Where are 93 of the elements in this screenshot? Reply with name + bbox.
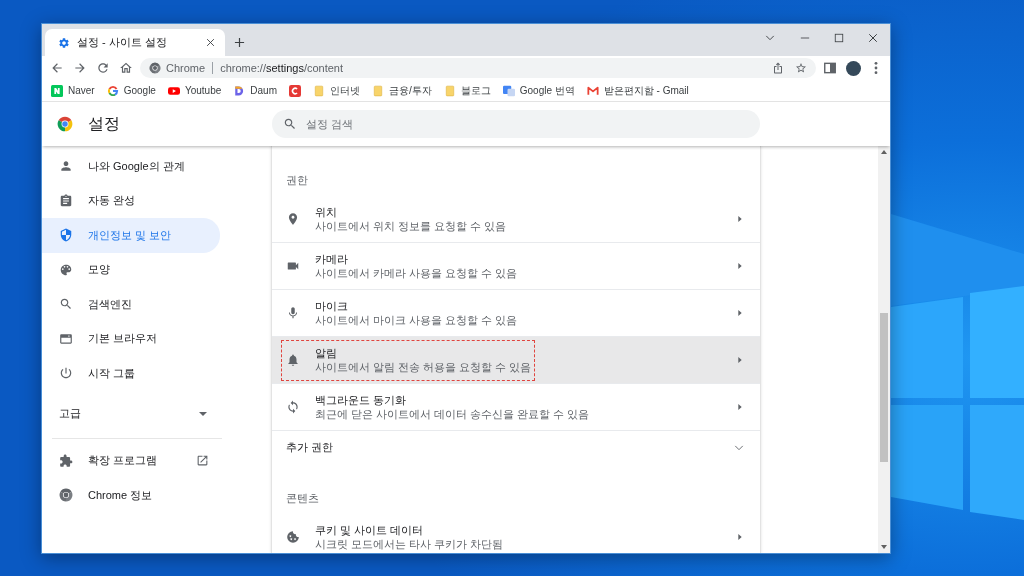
maximize-icon (834, 33, 844, 43)
g-logo-icon (106, 84, 119, 97)
sidebar-item[interactable]: 개인정보 및 보안 (42, 218, 220, 253)
power-icon (59, 366, 73, 381)
row-title: 위치 (315, 204, 338, 219)
section-heading: 콘텐츠 (285, 491, 320, 506)
row-description: 사이트에서 위치 정보를 요청할 수 있음 (315, 218, 508, 233)
home-icon (119, 61, 133, 75)
microphone-icon (286, 306, 300, 320)
bookmark-link[interactable]: 금융/투자 (368, 81, 435, 100)
settings-title: 설정 (88, 113, 120, 134)
caret-right-icon (736, 262, 744, 270)
m-logo-icon (586, 84, 599, 97)
site-chip-label: Chrome (166, 62, 214, 74)
translate-icon (502, 84, 515, 97)
row-description: 최근에 닫은 사이트에서 데이터 송수신을 완료할 수 있음 (315, 407, 591, 421)
reload-icon (96, 61, 110, 75)
row-title: 카메라 (315, 252, 349, 266)
sidebar-item[interactable]: 기본 브라우저 (42, 321, 220, 356)
location-pin-icon (286, 211, 300, 226)
bookmark-link[interactable]: Google (103, 81, 159, 100)
caret-right-icon (736, 214, 744, 223)
row-title: 쿠키 및 사이트 데이터 (315, 522, 425, 537)
clipboard-icon (59, 193, 73, 208)
bell-icon (286, 353, 300, 367)
bookmark-link[interactable]: Youtube (164, 81, 225, 100)
n-logo-icon (51, 84, 63, 97)
permission-row[interactable]: 알림 사이트에서 알림 전송 허용을 요청할 수 있음 (272, 336, 760, 383)
more-permissions-row[interactable]: 추가 권한 (272, 430, 760, 464)
permission-row[interactable]: 쿠키 및 사이트 데이터 시크릿 모드에서는 타사 쿠키가 차단됨 (272, 513, 760, 553)
row-title: 마이크 (315, 299, 349, 313)
play-icon (167, 84, 180, 97)
bookmark-link[interactable]: 블로그 (440, 81, 494, 100)
permission-row[interactable]: 백그라운드 동기화 최근에 닫은 사이트에서 데이터 송수신을 완료할 수 있음 (272, 383, 760, 430)
row-title: 알림 (315, 346, 338, 360)
section-heading: 권한 (285, 173, 309, 188)
url-text: chrome://settings/content (220, 62, 344, 74)
avatar-icon (845, 60, 861, 76)
chevron-down-icon (765, 33, 775, 43)
chrome-logo-icon (57, 116, 73, 132)
browser-window-icon (59, 331, 73, 346)
row-description: 사이트에서 알림 전송 허용을 요청할 수 있음 (315, 360, 533, 374)
row-description: 사이트에서 마이크 사용을 요청할 수 있음 (315, 313, 519, 327)
bookmark-link[interactable]: 받은편지함 - Gmail (583, 81, 692, 100)
bookmark-link[interactable]: Naver (48, 81, 98, 100)
search-icon (59, 297, 73, 312)
folder-icon (443, 84, 456, 97)
row-title: 백그라운드 동기화 (315, 393, 408, 407)
shield-icon (59, 228, 73, 243)
row-description: 사이트에서 카메라 사용을 요청할 수 있음 (315, 266, 519, 280)
advanced-toggle[interactable]: 고급 (42, 396, 220, 431)
sidebar-item[interactable]: 자동 완성 (42, 183, 220, 218)
palette-icon (59, 262, 73, 277)
forward-arrow-icon (73, 61, 87, 75)
back-arrow-icon (50, 61, 64, 75)
caret-right-icon (736, 403, 744, 411)
sidebar-item[interactable]: 모양 (42, 252, 220, 287)
chrome-logo-icon (59, 488, 73, 503)
share-icon (772, 62, 784, 74)
close-icon (205, 38, 215, 47)
person-icon (59, 159, 73, 174)
plus-icon (233, 36, 245, 48)
sidebar-item[interactable]: 시작 그룹 (42, 356, 220, 391)
address-bar[interactable]: Chrome chrome://settings/content (140, 58, 816, 78)
folder-icon (312, 84, 325, 97)
side-panel-icon (823, 61, 837, 75)
caret-right-icon (736, 309, 744, 317)
sidebar-item[interactable]: 나와 Google의 관계 (42, 149, 220, 184)
row-description: 시크릿 모드에서는 타사 쿠키가 차단됨 (315, 536, 505, 551)
sync-icon (286, 400, 300, 414)
bookmark-link[interactable]: Daum (230, 81, 280, 100)
permission-row[interactable]: 위치 사이트에서 위치 정보를 요청할 수 있음 (272, 195, 760, 242)
search-field[interactable]: 설정 검색 (272, 110, 760, 138)
scrollbar-thumb[interactable] (880, 313, 888, 462)
gear-icon (58, 36, 70, 49)
cookie-icon (286, 529, 300, 544)
browser-tab[interactable]: 설정 - 사이트 설정 (45, 29, 225, 56)
d-logo-icon (233, 84, 246, 97)
sidebar-link[interactable]: Chrome 정보 (42, 478, 220, 513)
puzzle-piece-icon (59, 453, 73, 468)
close-icon (868, 33, 878, 43)
chrome-logo-icon (149, 62, 161, 74)
c-logo-icon (288, 84, 301, 97)
bookmark-link[interactable]: 인터넷 (309, 81, 363, 100)
folder-icon (371, 84, 384, 97)
search-icon (283, 117, 297, 131)
permission-row[interactable]: 카메라 사이트에서 카메라 사용을 요청할 수 있음 (272, 242, 760, 289)
caret-right-icon (736, 532, 744, 541)
sidebar-item[interactable]: 검색엔진 (42, 287, 220, 322)
bookmark-link[interactable]: Google 번역 (499, 81, 578, 100)
caret-right-icon (736, 356, 744, 364)
sidebar-link[interactable]: 확장 프로그램 (42, 443, 220, 478)
star-icon (795, 62, 807, 74)
